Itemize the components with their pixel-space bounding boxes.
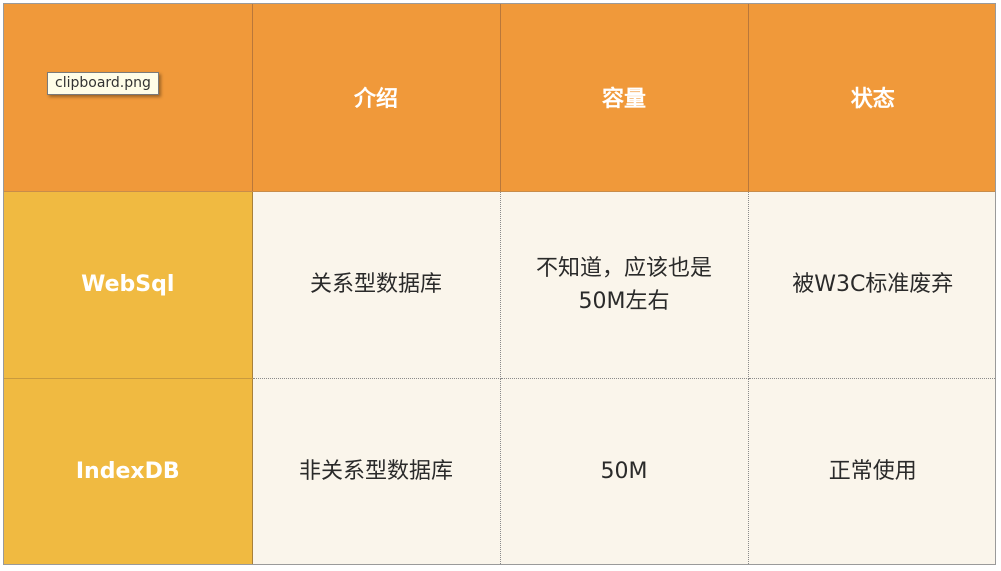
cell-indexdb-intro: 非关系型数据库 [252, 378, 501, 564]
row-header-indexdb: IndexDB [4, 378, 253, 564]
cell-indexdb-capacity: 50M [500, 378, 749, 564]
header-capacity: 容量 [500, 4, 749, 192]
cell-websql-status: 被W3C标准废弃 [748, 191, 995, 379]
table-header-row: 介绍 容量 状态 [4, 4, 995, 192]
table-row: IndexDB 非关系型数据库 50M 正常使用 [4, 378, 995, 564]
image-filename-tooltip: clipboard.png [47, 72, 159, 95]
cell-websql-capacity-text: 不知道，应该也是50M左右 [535, 255, 712, 314]
cell-websql-capacity: 不知道，应该也是50M左右 [500, 191, 749, 379]
cell-websql-intro: 关系型数据库 [252, 191, 501, 379]
header-intro: 介绍 [252, 4, 501, 192]
table-row: WebSql 关系型数据库 不知道，应该也是50M左右 被W3C标准废弃 [4, 191, 995, 379]
cell-indexdb-status: 正常使用 [748, 378, 995, 564]
header-corner-cell [4, 4, 253, 192]
row-header-websql: WebSql [4, 191, 253, 379]
header-status: 状态 [748, 4, 995, 192]
